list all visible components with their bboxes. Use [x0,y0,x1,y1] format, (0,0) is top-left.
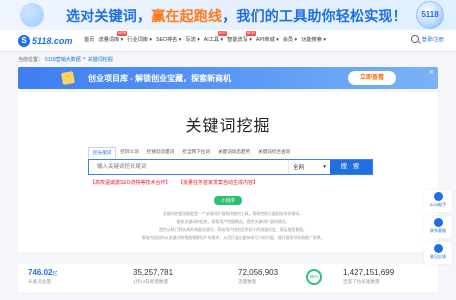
login-link[interactable]: 登录/注册 [422,36,444,43]
logo[interactable]: S 5118.com [18,34,72,48]
breadcrumb-separator: > [82,56,86,62]
tab-long-tail[interactable]: 挖长尾词 [88,147,117,159]
nav-label: SEO排名 ▾ [155,37,182,43]
float-label: 5118助手 [429,202,447,207]
stat-label: 1月14日新增数量 [133,279,169,284]
feedback-icon [433,244,443,253]
nav-label: 行业词库 ▾ [127,37,152,43]
stat-dropdown-total: 1,427,151,699 百度下拉长尾数量 [333,264,438,292]
search-icon[interactable] [410,35,419,43]
stats-bar: 746.02亿 长尾词总量 35,257,781 1月14日新增数量 72,05… [18,264,438,292]
stat-traffic: 72,056,903 流量数量 85% [228,264,333,292]
mini-program-label: 小程序 [221,198,235,203]
progress-ring: 85% [306,269,322,285]
nav-label: 首页 [84,37,95,43]
banner-text: 选对关键词，赢在起跑线，我们的工具助你轻松实现！ [66,6,407,26]
banner-text-highlight: 赢在起跑线 [151,8,223,24]
note-link-seo[interactable]: 【高校温诚激SEO流特等技术合作】 [90,180,171,186]
search-box: 全网 ▾ 搜 索 [88,159,373,175]
top-banner[interactable]: 选对关键词，赢在起跑线，我们的工具助你轻松实现！ 5118 [0,0,456,30]
banner-decoration [20,3,44,27]
headset-icon [433,218,443,227]
banner-text-part1: 选对关键词， [66,8,152,24]
keyword-search-input[interactable] [89,160,288,174]
desc-line: 帮助内容创作从关键词的角度理解用户的需求，从而打造出更有吸引力的内容，提升搜索排… [141,235,325,240]
gift-icon [61,71,75,85]
banner-badge-text: 5118 [421,10,439,19]
stat-new-today: 35,257,781 1月14日新增数量 [123,264,228,292]
banner-badge: 5118 [416,1,444,29]
stat-label: 长尾词总量 [28,279,51,284]
close-icon[interactable]: ✕ [429,69,434,76]
logo-icon: S [18,35,30,47]
stat-label: 百度下拉长尾数量 [343,279,380,284]
float-label: 联系客服 [430,228,446,233]
tool-description: 关键词挖掘功能能是一个关键词扩展和挖掘的工具，帮助挖取大量相关的关键词， 粗收关… [98,210,368,242]
nav-label: 写流 ▾ [185,37,200,43]
breadcrumb-home[interactable]: 5118营销大数据 [45,56,81,63]
tab-trends[interactable]: 关键词动态趋势 [214,147,254,159]
nav-label: 功能搜索 ▾ [301,37,326,43]
chevron-down-icon: ▾ [323,164,326,170]
nav-tag: NEW [245,31,256,36]
note-links: 【高校温诚激SEO流特等技术合作】 【批量任务首家发案自动生成内容】 [90,179,264,186]
stat-unit: 亿 [52,271,58,277]
nav-label: 流量词库 ▾ [98,37,124,43]
nav-item-api[interactable]: API商城 ▾ [256,36,279,43]
float-panel: 5118助手 联系客服 意见反馈 [424,190,452,264]
tab-synonyms[interactable]: 挖同义词 [116,147,142,159]
nav-item-feature-search[interactable]: 功能搜索 ▾ [301,36,326,43]
stat-value: 1,427,151,699 [343,268,395,277]
main-card: 关键词挖掘 挖长尾词 挖同义词 挖搜动流量词 挖全网下拉词 关键词动态趋势 关键… [18,92,438,252]
stat-number: 746.02 [28,268,53,277]
nav-item-seo[interactable]: SEO排名 ▾ [156,36,181,43]
promo-text: 创业项目库 - 解锁创业宝藏，探索新商机 [88,74,232,83]
logo-text: 5118.com [32,36,73,46]
scope-select[interactable]: 全网 ▾ [288,160,330,174]
nav-tag: HOT [217,31,228,36]
float-feedback[interactable]: 意见反馈 [424,242,452,264]
nav-tag: NEW [117,31,128,36]
mini-program-button[interactable]: 小程序 [214,196,242,205]
nav-item-member[interactable]: 会员 ▾ [283,36,297,43]
nav-item-ai[interactable]: AI工具 ▾ HOT [203,31,228,43]
nav-items: 首页 流量词库 ▾ NEW 行业词库 ▾ SEO排名 ▾ 写流 ▾ AI工具 ▾ H… [84,31,326,43]
nav-label: 智能流写 ▾ [227,37,252,43]
nav-item-traffic[interactable]: 流量词库 ▾ NEW [98,31,128,43]
float-assistant[interactable]: 5118助手 [424,190,452,212]
breadcrumb-current[interactable]: 关键词挖掘 [88,56,113,63]
stat-long-tail-total: 746.02亿 长尾词总量 [18,264,123,292]
promo-banner[interactable]: 创业项目库 - 解锁创业宝藏，探索新商机 立即查看 ✕ [18,67,438,89]
tool-tabs: 挖长尾词 挖同义词 挖搜动流量词 挖全网下拉词 关键词动态趋势 关键词综合查询 [88,147,294,159]
banner-text-part2: ，我们的工具助你轻松实现！ [222,8,407,24]
nav-label: AI工具 ▾ [203,37,224,43]
tab-comprehensive[interactable]: 关键词综合查询 [254,147,294,159]
tab-mobile-traffic[interactable]: 挖搜动流量词 [143,147,179,159]
breadcrumb: 当前位置： 5118营销大数据 > 关键词挖掘 [18,56,113,63]
note-link-batch[interactable]: 【批量任务首家发案自动生成内容】 [178,180,258,186]
breadcrumb-prefix: 当前位置： [18,57,44,63]
nav-label: 会员 ▾ [282,37,298,43]
assistant-icon [433,192,443,201]
page-title: 关键词挖掘 [185,118,271,135]
float-label: 意见反馈 [430,254,446,259]
desc-line: 提供从热门到长尾的海量关键词，帮助用户找到竞争较小的流量机会，满足搜索意图。 [159,227,307,232]
nav-item-industry[interactable]: 行业词库 ▾ [127,36,152,43]
tab-dropdown-words[interactable]: 挖全网下拉词 [178,147,214,159]
scope-select-value: 全网 [293,165,305,171]
stat-value: 35,257,781 [133,268,174,277]
nav-bar: S 5118.com 首页 流量词库 ▾ NEW 行业词库 ▾ SEO排名 ▾ 写… [0,30,456,52]
nav-right: 登录/注册 [410,35,444,43]
nav-item-writing[interactable]: 写流 ▾ [185,36,199,43]
promo-view-button[interactable]: 立即查看 [348,71,396,85]
nav-item-smart-writing[interactable]: 智能流写 ▾ NEW [227,31,256,43]
nav-label: API商城 ▾ [255,37,279,43]
nav-item-home[interactable]: 首页 [84,36,94,43]
desc-line: 关键词挖掘功能能是一个关键词扩展和挖掘的工具，帮助挖取大量相关的关键词， [162,211,304,216]
search-button[interactable]: 搜 索 [330,160,372,174]
desc-line: 粗收关键词的组合，帮助用户挖掘精品，提供关键词扩展的建议。 [176,219,290,224]
stat-value: 746.02亿 [28,268,123,277]
float-customer-service[interactable]: 联系客服 [424,216,452,238]
